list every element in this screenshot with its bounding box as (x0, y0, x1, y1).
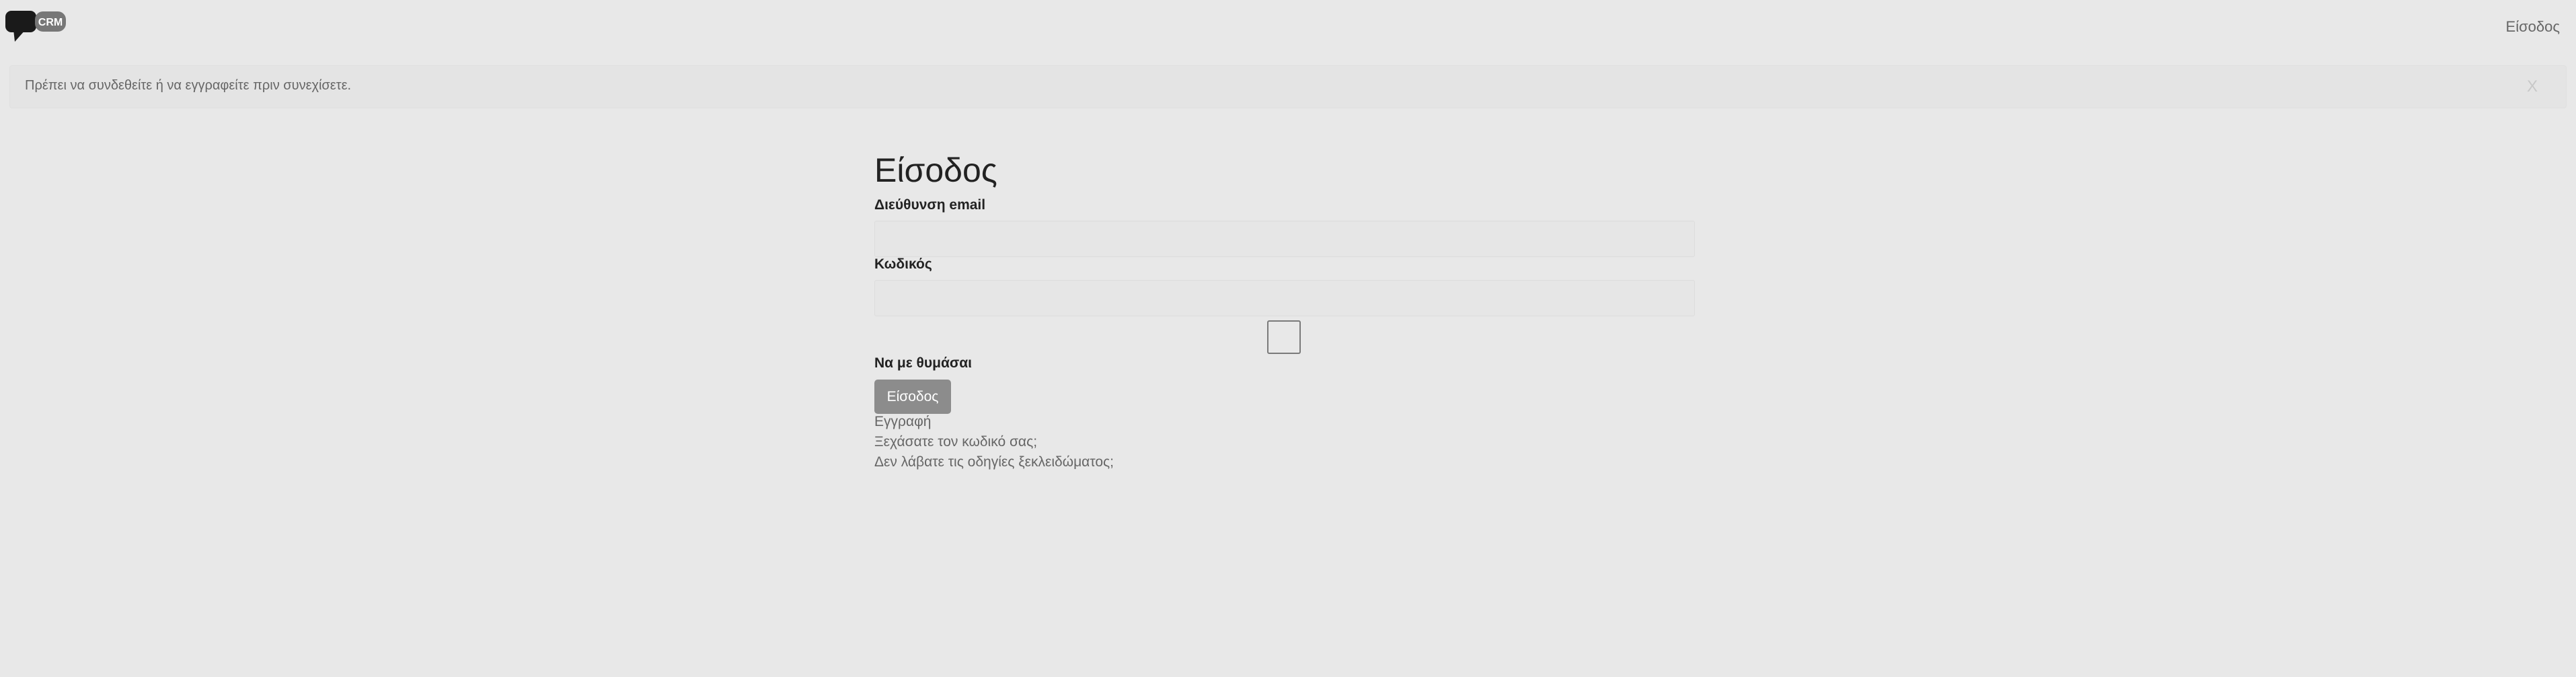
logo-text: CRM (38, 17, 63, 28)
signup-link[interactable]: Εγγραφή (874, 414, 931, 430)
remember-me-label: Να με θυμάσαι (874, 355, 973, 371)
remember-me-checkbox[interactable] (1267, 320, 1301, 354)
alert-close-button[interactable]: X (2527, 77, 2538, 96)
navbar: CRM Είσοδος (0, 0, 2576, 54)
email-label: Διεύθυνση email (874, 197, 986, 213)
page-title: Είσοδος (874, 151, 997, 189)
password-label: Κωδικός (874, 256, 932, 272)
password-field[interactable] (874, 280, 1695, 316)
nav-signin-link[interactable]: Είσοδος (2506, 18, 2560, 36)
signin-submit-button[interactable]: Είσοδος (874, 380, 951, 414)
crm-logo[interactable]: CRM (5, 9, 67, 46)
unlock-instructions-link[interactable]: Δεν λάβατε τις οδηγίες ξεκλειδώματος; (874, 454, 1114, 470)
alert-banner: Πρέπει να συνδεθείτε ή να εγγραφείτε πρι… (9, 65, 2567, 108)
forgot-password-link[interactable]: Ξεχάσατε τον κωδικό σας; (874, 434, 1037, 450)
email-field[interactable] (874, 221, 1695, 257)
speech-bubble-logo-icon: CRM (5, 11, 66, 42)
alert-message: Πρέπει να συνδεθείτε ή να εγγραφείτε πρι… (25, 78, 352, 93)
